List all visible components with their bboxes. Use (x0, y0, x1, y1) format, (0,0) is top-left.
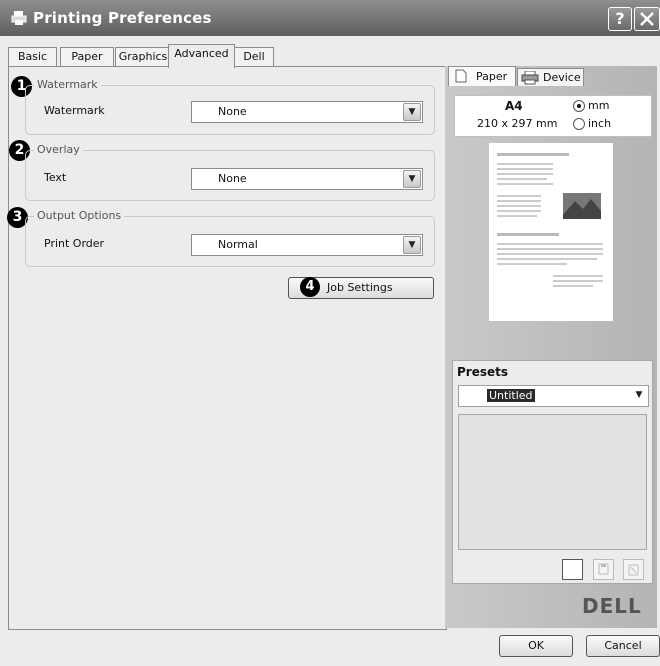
radio-selected-icon[interactable] (573, 100, 585, 112)
overlay-text-select[interactable]: None ▼ (191, 168, 423, 190)
close-button[interactable] (634, 7, 660, 31)
unit-mm-label: mm (588, 99, 610, 112)
preview-paper-tab-label: Paper (476, 70, 508, 83)
output-options-legend: Output Options (34, 209, 125, 222)
page-thumbnail-image (497, 153, 603, 287)
overlay-select-value: None (218, 172, 247, 185)
printer-icon (11, 11, 27, 25)
print-order-value: Normal (218, 238, 258, 251)
help-button[interactable]: ? (608, 7, 632, 31)
tab-basic[interactable]: Basic (8, 47, 57, 67)
tab-preview-device[interactable]: Device (517, 68, 584, 86)
preview-device-tab-label: Device (543, 71, 581, 84)
title-bar[interactable]: Printing Preferences ? (0, 0, 660, 36)
watermark-select-value: None (218, 105, 247, 118)
paper-icon (455, 69, 467, 83)
new-preset-icon[interactable] (562, 559, 583, 580)
page-preview (489, 143, 613, 321)
dell-logo: DELL (582, 594, 642, 618)
chevron-down-icon[interactable]: ▼ (403, 103, 421, 121)
chevron-down-icon[interactable]: ▼ (403, 236, 421, 254)
presets-title: Presets (457, 365, 509, 379)
delete-preset-icon[interactable] (623, 559, 644, 580)
overlay-group-legend: Overlay (34, 143, 83, 156)
printer-icon (521, 71, 539, 85)
paper-info-box: A4 210 x 297 mm mm inch (454, 95, 652, 137)
watermark-group-legend: Watermark (34, 78, 101, 91)
presets-select[interactable]: Untitled ▼ (458, 385, 649, 407)
printing-preferences-dialog: Printing Preferences ? Basic Paper Graph… (0, 0, 660, 666)
paper-size: A4 (505, 99, 523, 113)
output-options-group: Output Options Print Order Normal ▼ (25, 209, 435, 267)
unit-inch-label: inch (588, 117, 612, 130)
chevron-down-icon[interactable]: ▼ (631, 387, 647, 403)
tab-dell[interactable]: Dell (234, 47, 274, 67)
presets-list[interactable] (458, 414, 647, 550)
tab-graphics[interactable]: Graphics (115, 47, 171, 67)
radio-unselected-icon[interactable] (573, 118, 585, 130)
chevron-down-icon[interactable]: ▼ (403, 170, 421, 188)
tab-advanced[interactable]: Advanced (168, 44, 235, 68)
print-order-select[interactable]: Normal ▼ (191, 234, 423, 256)
overlay-group: Overlay Text None ▼ (25, 143, 435, 201)
print-order-label: Print Order (44, 237, 105, 250)
presets-panel: Presets Untitled ▼ (452, 360, 653, 584)
overlay-text-label: Text (44, 171, 67, 184)
tab-preview-paper[interactable]: Paper (448, 66, 516, 86)
watermark-select[interactable]: None ▼ (191, 101, 423, 123)
window-title: Printing Preferences (33, 9, 212, 27)
ok-button[interactable]: OK (499, 635, 573, 657)
callout-4: 4 (300, 277, 320, 297)
save-preset-icon[interactable] (593, 559, 614, 580)
job-settings-label: Job Settings (327, 281, 393, 294)
tab-paper[interactable]: Paper (60, 47, 114, 67)
paper-dimensions: 210 x 297 mm (477, 117, 558, 130)
job-settings-button[interactable]: 4 Job Settings (288, 277, 434, 299)
watermark-group: Watermark Watermark None ▼ (25, 78, 435, 135)
watermark-label: Watermark (44, 104, 105, 117)
presets-selected-value: Untitled (487, 389, 535, 402)
close-icon (640, 12, 654, 26)
cancel-button[interactable]: Cancel (586, 635, 660, 657)
